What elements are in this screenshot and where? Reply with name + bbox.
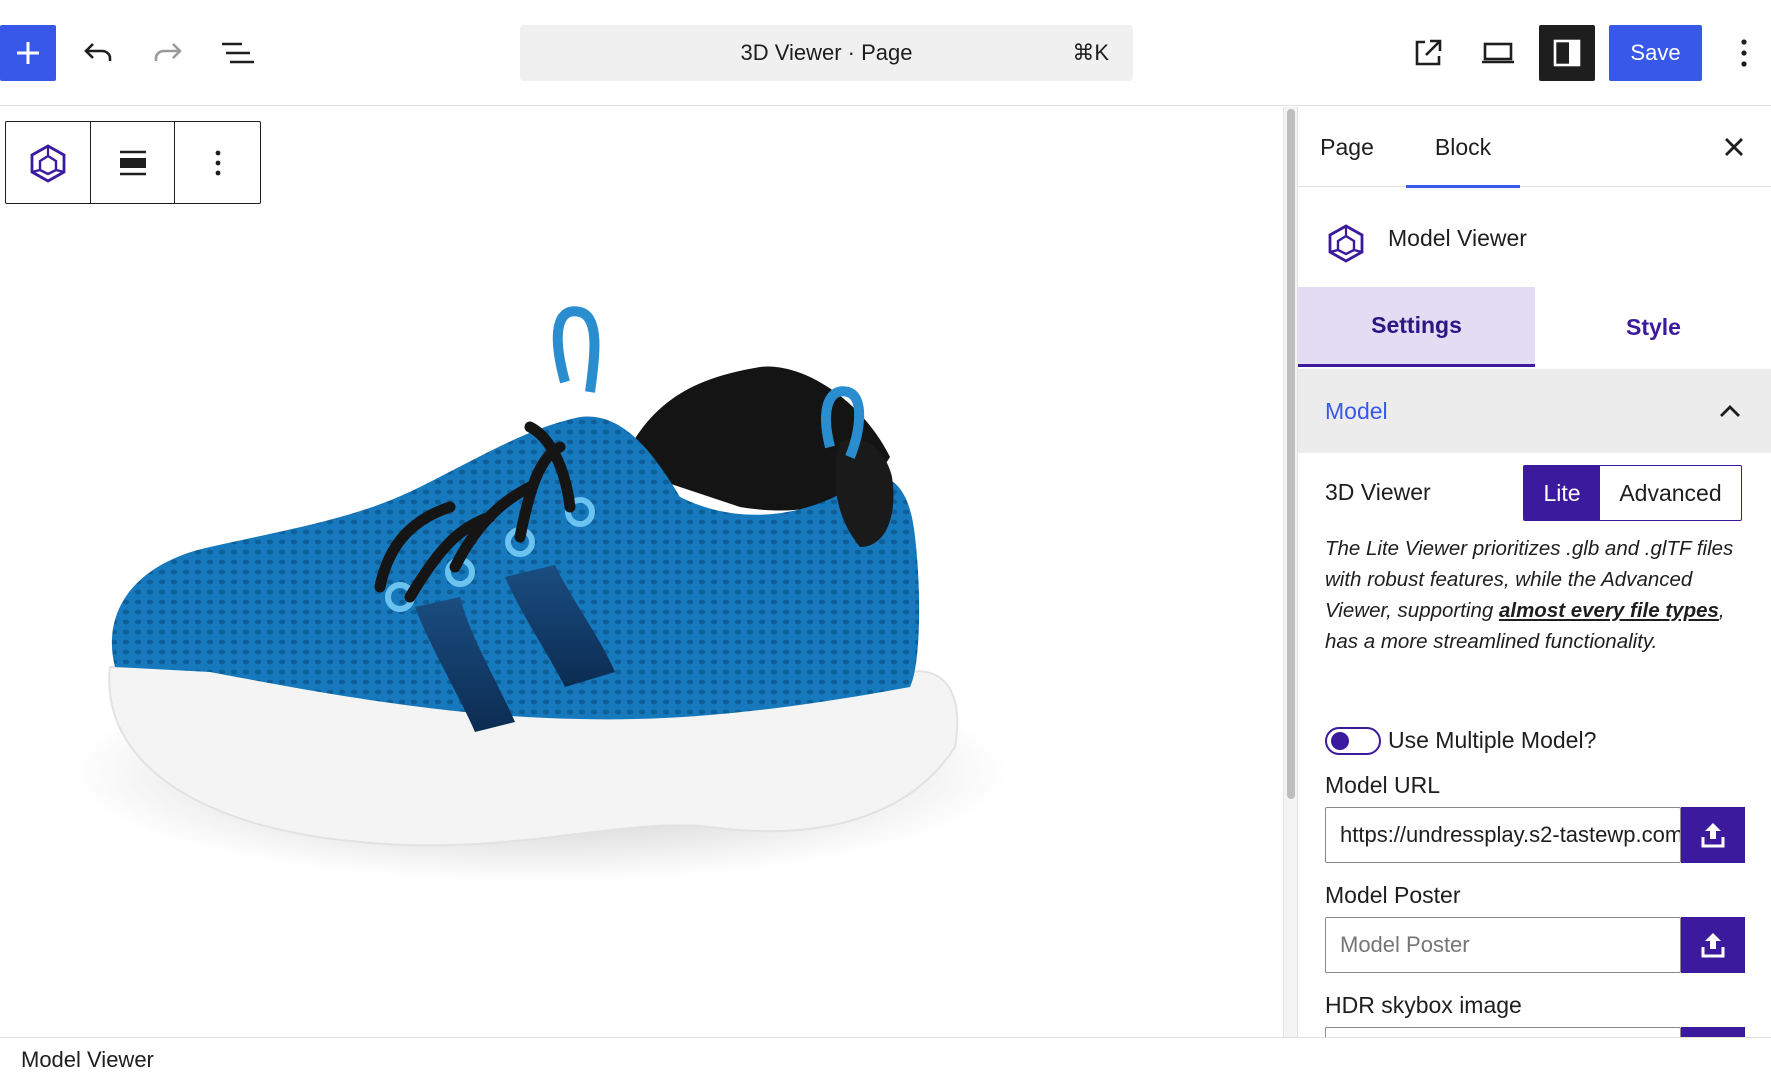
viewer-option-lite[interactable]: Lite bbox=[1524, 466, 1600, 520]
laptop-icon bbox=[1482, 42, 1514, 64]
editor-canvas[interactable] bbox=[0, 107, 1283, 1037]
cube-icon bbox=[1328, 224, 1364, 263]
view-page-button[interactable] bbox=[1404, 25, 1452, 81]
file-types-link[interactable]: almost every file types bbox=[1499, 599, 1719, 622]
model-url-label: Model URL bbox=[1325, 772, 1441, 798]
model-panel-toggle[interactable]: Model bbox=[1298, 369, 1771, 453]
redo-button[interactable] bbox=[146, 25, 190, 81]
multiple-model-label: Use Multiple Model? bbox=[1388, 727, 1597, 753]
settings-sidebar: Page Block Model Viewer Settings Style M… bbox=[1297, 107, 1771, 1037]
upload-icon bbox=[1701, 933, 1725, 958]
model-poster-upload-button[interactable] bbox=[1681, 917, 1745, 973]
list-view-icon bbox=[222, 42, 254, 64]
model-poster-label: Model Poster bbox=[1325, 882, 1461, 908]
block-card-title: Model Viewer bbox=[1388, 225, 1527, 251]
canvas-scrollbar[interactable] bbox=[1283, 107, 1297, 1037]
block-breadcrumb-bar: Model Viewer bbox=[0, 1037, 1771, 1080]
options-button[interactable] bbox=[1724, 25, 1764, 81]
inspector-tabs: Settings Style bbox=[1298, 287, 1771, 367]
sidebar-tabs: Page Block bbox=[1298, 107, 1771, 188]
vertical-ellipsis-icon bbox=[1741, 39, 1747, 67]
chevron-up-icon bbox=[1710, 391, 1750, 431]
undo-icon bbox=[84, 43, 112, 61]
undo-button[interactable] bbox=[76, 25, 120, 81]
tab-block[interactable]: Block bbox=[1406, 107, 1520, 188]
redo-icon bbox=[154, 43, 182, 61]
viewer-type-label: 3D Viewer bbox=[1325, 479, 1431, 505]
align-button[interactable] bbox=[91, 122, 176, 203]
preview-device-button[interactable] bbox=[1474, 25, 1522, 81]
settings-sidebar-toggle[interactable] bbox=[1539, 25, 1595, 81]
close-icon bbox=[1725, 138, 1743, 156]
shortcut-hint: ⌘K bbox=[1072, 40, 1109, 65]
vertical-ellipsis-icon bbox=[215, 150, 221, 175]
external-link-icon bbox=[1415, 39, 1442, 66]
block-toolbar bbox=[5, 121, 261, 204]
breadcrumb-item[interactable]: Model Viewer bbox=[21, 1038, 154, 1080]
command-palette-bar[interactable]: 3D Viewer · Page ⌘K bbox=[520, 25, 1133, 81]
editor-header: 3D Viewer · Page ⌘K Save bbox=[0, 0, 1771, 106]
tab-page[interactable]: Page bbox=[1316, 107, 1378, 187]
document-overview-button[interactable] bbox=[214, 25, 262, 81]
tab-settings[interactable]: Settings bbox=[1298, 287, 1535, 367]
tab-style[interactable]: Style bbox=[1535, 287, 1771, 367]
upload-icon bbox=[1701, 823, 1725, 848]
viewer-option-advanced[interactable]: Advanced bbox=[1600, 466, 1741, 520]
toggle-knob bbox=[1331, 732, 1349, 750]
hdr-skybox-input[interactable] bbox=[1325, 1027, 1681, 1037]
block-options-button[interactable] bbox=[175, 122, 260, 203]
sidebar-icon bbox=[1553, 39, 1581, 67]
cube-icon bbox=[30, 143, 66, 183]
scrollbar-thumb[interactable] bbox=[1287, 109, 1295, 799]
viewer-description: The Lite Viewer prioritizes .glb and .gl… bbox=[1325, 533, 1745, 657]
multiple-model-toggle[interactable] bbox=[1325, 727, 1381, 755]
add-block-button[interactable] bbox=[0, 25, 56, 81]
block-card: Model Viewer bbox=[1298, 187, 1771, 293]
document-title: 3D Viewer · Page bbox=[740, 40, 913, 65]
hdr-skybox-label: HDR skybox image bbox=[1325, 992, 1522, 1018]
model-url-upload-button[interactable] bbox=[1681, 807, 1745, 863]
model-poster-input[interactable]: Model Poster bbox=[1325, 917, 1681, 973]
block-type-button[interactable] bbox=[6, 122, 91, 203]
hdr-skybox-upload-button[interactable] bbox=[1681, 1027, 1745, 1037]
panel-title: Model bbox=[1325, 398, 1388, 424]
close-sidebar-button[interactable] bbox=[1714, 127, 1754, 167]
align-wide-icon bbox=[119, 150, 146, 175]
plus-icon bbox=[17, 42, 39, 64]
model-url-input[interactable]: https://undressplay.s2-tastewp.com/wp-co… bbox=[1325, 807, 1681, 863]
save-button[interactable]: Save bbox=[1609, 25, 1702, 81]
viewer-type-toggle-group: Lite Advanced bbox=[1523, 465, 1742, 521]
3d-model-render[interactable] bbox=[60, 217, 1080, 937]
